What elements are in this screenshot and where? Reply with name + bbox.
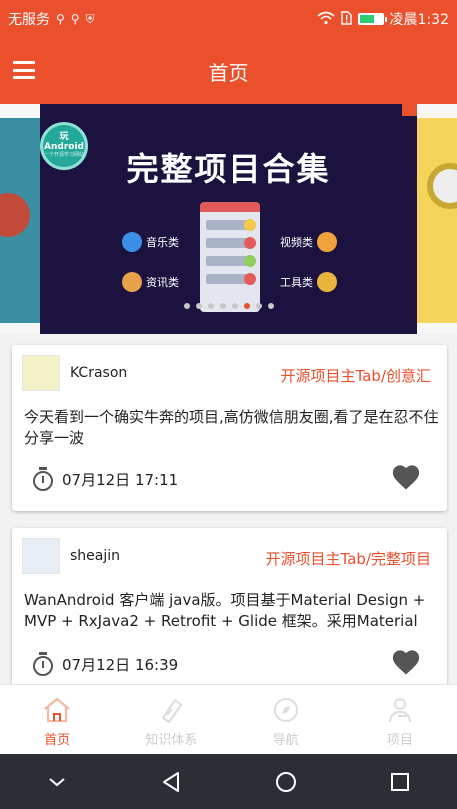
article-category[interactable]: 开源项目主Tab/创意汇 — [281, 365, 431, 386]
banner-title: 完整项目合集 — [126, 150, 331, 188]
wifi-icon — [317, 11, 335, 27]
hide-nav-button[interactable] — [42, 767, 72, 797]
banner-category-info: 资讯类 — [122, 272, 179, 292]
carousel-indicator[interactable] — [40, 303, 417, 309]
tools-icon — [317, 272, 337, 292]
banner-category-tools: 工具类 — [280, 272, 337, 292]
article-card[interactable]: KCrason 开源项目主Tab/创意汇 今天看到一个确实牛奔的项目,高仿微信朋… — [12, 345, 447, 511]
article-description: WanAndroid 客户端 java版。项目基于Material Design… — [24, 591, 426, 630]
nav-item-navigation[interactable]: 导航 — [229, 685, 343, 754]
heart-icon[interactable] — [391, 463, 421, 491]
usb-icon: ⚲ — [56, 12, 65, 26]
banner-category-video-label: 视频类 — [280, 236, 313, 249]
timer-icon — [32, 467, 54, 491]
carrier-text: 无服务 — [8, 12, 50, 28]
carousel-dot[interactable] — [255, 303, 262, 309]
recents-button[interactable] — [385, 767, 415, 797]
content-scroll[interactable]: 玩 Android 一个开源学习网站 完整项目合集 音乐类 资讯类 视频类 工具… — [0, 104, 457, 684]
navigation-icon — [273, 698, 298, 722]
knowledge-icon — [162, 699, 183, 723]
sim-alert-icon — [340, 11, 352, 27]
nav-item-home[interactable]: 首页 — [0, 685, 114, 754]
back-button[interactable] — [156, 767, 186, 797]
article-time-row: 07月12日 16:39 — [32, 652, 178, 676]
article-card[interactable]: sheajin 开源项目主Tab/完整项目 WanAndroid 客户端 jav… — [12, 528, 447, 684]
page-title: 首页 — [208, 60, 249, 85]
app-bar: 首页 — [0, 38, 457, 104]
phone-illustration — [200, 202, 260, 312]
banner-next-slide — [417, 118, 457, 323]
nav-item-knowledge[interactable]: 知识体系 — [114, 685, 228, 754]
carousel-dot[interactable] — [219, 303, 226, 309]
home-circle-icon — [275, 771, 296, 792]
article-time: 07月12日 16:39 — [62, 655, 179, 674]
info-icon — [122, 272, 142, 292]
clock-text: 凌晨1:32 — [389, 12, 449, 28]
home-icon — [44, 697, 70, 723]
bottom-nav: 首页 知识体系 导航 项目 — [0, 684, 457, 754]
project-icon — [388, 698, 411, 723]
article-author[interactable]: KCrason — [70, 365, 127, 381]
nav-item-project[interactable]: 项目 — [343, 685, 457, 754]
avatar[interactable] — [22, 355, 60, 391]
carousel-dot[interactable] — [183, 303, 190, 309]
chevron-down-icon — [49, 777, 65, 786]
banner-category-music: 音乐类 — [122, 232, 179, 252]
heart-icon[interactable] — [391, 648, 421, 676]
banner-prev-slide — [0, 118, 40, 323]
status-right: 凌晨1:32 — [317, 9, 449, 29]
carousel-dot[interactable] — [231, 303, 238, 309]
banner-category-info-label: 资讯类 — [146, 276, 179, 289]
recents-square-icon — [390, 772, 409, 791]
timer-icon — [32, 652, 54, 676]
avatar[interactable] — [22, 538, 60, 574]
status-bar: 无服务 ⚲ ⚲ ⛨ 凌晨1:32 — [0, 0, 457, 38]
usb-debug-icon: ⚲ — [70, 12, 80, 26]
battery-icon — [357, 13, 387, 25]
music-icon — [122, 232, 142, 252]
shield-icon: ⛨ — [85, 12, 95, 26]
banner-category-tools-label: 工具类 — [280, 276, 313, 289]
nav-label-navigation: 导航 — [272, 733, 299, 748]
nav-label-knowledge: 知识体系 — [145, 733, 198, 748]
menu-icon[interactable] — [13, 61, 35, 79]
carousel-dot[interactable] — [243, 303, 250, 309]
video-icon — [317, 232, 337, 252]
banner-category-music-label: 音乐类 — [146, 236, 179, 249]
status-left: 无服务 ⚲ ⚲ ⛨ — [8, 9, 95, 29]
banner-carousel[interactable]: 玩 Android 一个开源学习网站 完整项目合集 音乐类 资讯类 视频类 工具… — [0, 104, 457, 334]
carousel-dot[interactable] — [207, 303, 214, 309]
article-time: 07月12日 17:11 — [62, 470, 179, 489]
banner-category-video: 视频类 — [280, 232, 337, 252]
article-time-row: 07月12日 17:11 — [32, 467, 178, 491]
nav-label-project: 项目 — [386, 733, 413, 748]
article-description: 今天看到一个确实牛奔的项目,高仿微信朋友圈,看了是在忍不住分享一波 — [24, 408, 439, 447]
back-triangle-icon — [163, 771, 180, 792]
carousel-dot[interactable] — [195, 303, 202, 309]
banner-slide[interactable]: 玩 Android 一个开源学习网站 完整项目合集 音乐类 资讯类 视频类 工具… — [40, 104, 417, 334]
nav-label-home: 首页 — [44, 733, 71, 748]
system-nav-bar — [0, 754, 457, 809]
banner-corner — [402, 104, 417, 116]
article-author[interactable]: sheajin — [70, 548, 120, 564]
carousel-dot[interactable] — [267, 303, 274, 309]
home-button[interactable] — [271, 767, 301, 797]
article-category[interactable]: 开源项目主Tab/完整项目 — [266, 548, 431, 569]
